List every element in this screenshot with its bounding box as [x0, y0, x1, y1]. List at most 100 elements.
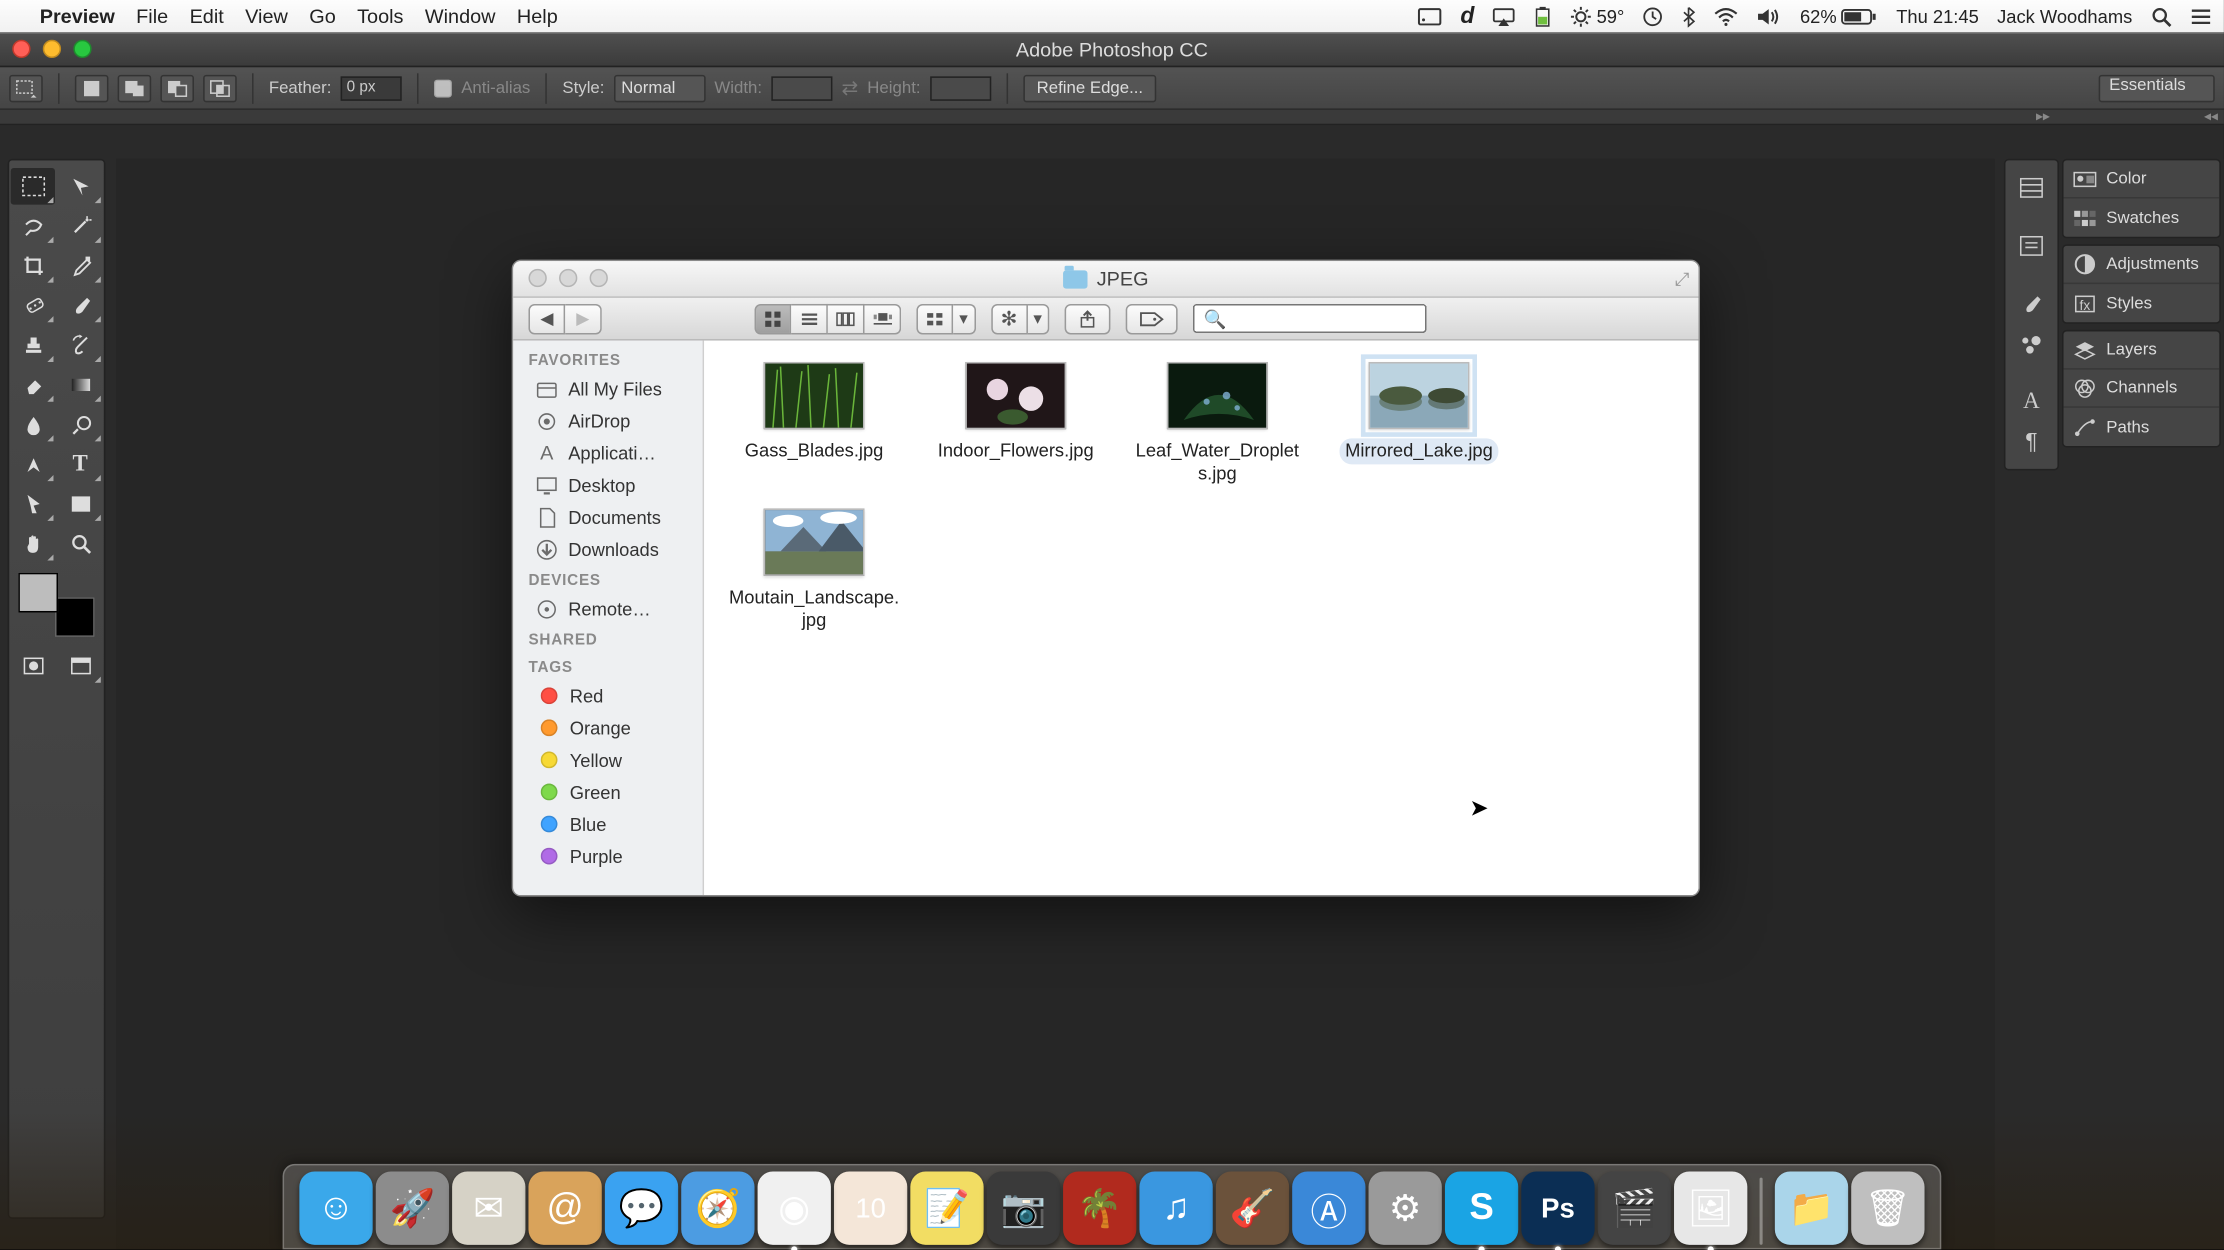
- column-view-button[interactable]: [828, 303, 865, 334]
- wifi-icon[interactable]: [1714, 7, 1738, 25]
- list-view-button[interactable]: [791, 303, 828, 334]
- extras-icon[interactable]: d: [1460, 3, 1474, 29]
- action-dropdown[interactable]: ▾: [1027, 303, 1049, 334]
- layers-panel-tab[interactable]: Layers: [2064, 331, 2220, 369]
- properties-panel-icon[interactable]: [2010, 228, 2053, 265]
- history-panel-icon[interactable]: [2010, 170, 2053, 207]
- arrange-dropdown[interactable]: ▾: [953, 303, 975, 334]
- paragraph-panel-icon[interactable]: ¶: [2010, 423, 2053, 460]
- zoom-icon[interactable]: [73, 40, 91, 58]
- refine-edge-button[interactable]: Refine Edge...: [1023, 74, 1157, 101]
- dodge-tool-icon[interactable]: [58, 406, 102, 443]
- collapse-chevron-icon[interactable]: ▸▸: [2036, 108, 2050, 125]
- notification-icon[interactable]: [2190, 7, 2211, 25]
- healing-tool-icon[interactable]: [11, 287, 55, 324]
- fullscreen-icon[interactable]: ⤢: [1675, 269, 1690, 292]
- menu-go[interactable]: Go: [309, 5, 335, 28]
- quickmask-icon[interactable]: [11, 648, 55, 685]
- sidebar-tag-orange[interactable]: Orange: [513, 712, 702, 744]
- tags-button[interactable]: [1126, 303, 1178, 334]
- volume-icon[interactable]: [1757, 7, 1781, 25]
- swatches-panel-tab[interactable]: Swatches: [2064, 199, 2220, 237]
- character-panel-icon[interactable]: A: [2010, 383, 2053, 420]
- timemachine-icon[interactable]: [1643, 5, 1664, 26]
- user-label[interactable]: Jack Woodhams: [1997, 5, 2132, 26]
- dock-app-photobooth[interactable]: 📷: [987, 1172, 1060, 1245]
- dock-app-mail[interactable]: ✉: [452, 1172, 525, 1245]
- screenmode-icon[interactable]: [58, 648, 102, 685]
- zoom-icon[interactable]: [590, 269, 608, 287]
- sidebar-item-airdrop[interactable]: AirDrop: [513, 405, 702, 437]
- close-icon[interactable]: [528, 269, 546, 287]
- history-brush-tool-icon[interactable]: [58, 327, 102, 364]
- lasso-tool-icon[interactable]: [11, 208, 55, 245]
- foreground-background-swatch[interactable]: [18, 573, 94, 637]
- stamp-tool-icon[interactable]: [11, 327, 55, 364]
- bluetooth-icon[interactable]: [1682, 5, 1696, 26]
- subtract-selection-button[interactable]: [160, 74, 194, 101]
- blur-tool-icon[interactable]: [11, 406, 55, 443]
- sidebar-item-downloads[interactable]: Downloads: [513, 533, 702, 565]
- dock-app-photoshop[interactable]: Ps: [1521, 1172, 1594, 1245]
- eyedropper-tool-icon[interactable]: [58, 247, 102, 284]
- battery-icon[interactable]: 62%: [1800, 5, 1878, 26]
- sidebar-tag-green[interactable]: Green: [513, 776, 702, 808]
- ps-traffic-lights[interactable]: [12, 40, 91, 58]
- app-menu-name[interactable]: Preview: [40, 5, 115, 28]
- dock-app-notes[interactable]: 📝: [910, 1172, 983, 1245]
- dock-app-systemprefs[interactable]: ⚙: [1369, 1172, 1442, 1245]
- brush-panel-icon[interactable]: [2010, 286, 2053, 323]
- file-item[interactable]: Leaf_Water_Droplets.jpg: [1117, 362, 1319, 487]
- dock-app-imovie[interactable]: 🎬: [1598, 1172, 1671, 1245]
- menu-window[interactable]: Window: [425, 5, 496, 28]
- channels-panel-tab[interactable]: Channels: [2064, 370, 2220, 408]
- dock-app-contacts[interactable]: @: [528, 1172, 601, 1245]
- menu-view[interactable]: View: [245, 5, 288, 28]
- dock-app-garageband[interactable]: 🎸: [1216, 1172, 1289, 1245]
- sidebar-item-applications[interactable]: AApplicati…: [513, 437, 702, 469]
- sidebar-item-all-files[interactable]: All My Files: [513, 373, 702, 405]
- spotlight-icon[interactable]: [2151, 5, 2172, 26]
- dock-app-itunes[interactable]: ♫: [1139, 1172, 1212, 1245]
- brush-presets-panel-icon[interactable]: [2010, 325, 2053, 362]
- zoom-tool-icon[interactable]: [58, 525, 102, 562]
- background-color[interactable]: [55, 597, 95, 637]
- dock-app-iphoto[interactable]: 🌴: [1063, 1172, 1136, 1245]
- sidebar-tag-purple[interactable]: Purple: [513, 840, 702, 872]
- dock-downloads[interactable]: 📁: [1775, 1172, 1848, 1245]
- dock-app-finder[interactable]: ☺: [299, 1172, 372, 1245]
- path-selection-tool-icon[interactable]: [11, 486, 55, 523]
- minimize-icon[interactable]: [43, 40, 61, 58]
- file-item[interactable]: Indoor_Flowers.jpg: [915, 362, 1117, 487]
- action-button[interactable]: ✻: [991, 303, 1028, 334]
- dock-trash[interactable]: 🗑: [1851, 1172, 1924, 1245]
- sidebar-item-desktop[interactable]: Desktop: [513, 469, 702, 501]
- airplay-icon[interactable]: [1493, 7, 1516, 25]
- battery2-icon[interactable]: [1534, 5, 1552, 26]
- tool-preset-button[interactable]: [9, 74, 43, 101]
- workspace-switcher[interactable]: Essentials: [2098, 74, 2214, 101]
- dock-app-appstore[interactable]: Ⓐ: [1292, 1172, 1365, 1245]
- dock-app-safari[interactable]: 🧭: [681, 1172, 754, 1245]
- foreground-color[interactable]: [18, 573, 58, 613]
- new-selection-button[interactable]: [75, 74, 109, 101]
- close-icon[interactable]: [12, 40, 30, 58]
- dock-app-chrome[interactable]: ◉: [758, 1172, 831, 1245]
- file-item[interactable]: Moutain_Landscape.jpg: [713, 509, 915, 634]
- weather-icon[interactable]: 59°: [1571, 5, 1625, 26]
- screencast-icon[interactable]: [1418, 7, 1442, 25]
- share-button[interactable]: [1065, 303, 1111, 334]
- intersect-selection-button[interactable]: [203, 74, 237, 101]
- icon-view-button[interactable]: [755, 303, 792, 334]
- move-tool-icon[interactable]: [58, 168, 102, 205]
- sidebar-tag-blue[interactable]: Blue: [513, 808, 702, 840]
- dock-app-messages[interactable]: 💬: [605, 1172, 678, 1245]
- crop-tool-icon[interactable]: [11, 247, 55, 284]
- sidebar-tag-red[interactable]: Red: [513, 680, 702, 712]
- forward-button[interactable]: ▶: [565, 303, 602, 334]
- finder-search-input[interactable]: [1193, 304, 1427, 333]
- dock-app-launchpad[interactable]: 🚀: [376, 1172, 449, 1245]
- dock-app-preview[interactable]: 🖼: [1674, 1172, 1747, 1245]
- add-selection-button[interactable]: [118, 74, 152, 101]
- finder-titlebar[interactable]: JPEG ⤢: [513, 261, 1698, 298]
